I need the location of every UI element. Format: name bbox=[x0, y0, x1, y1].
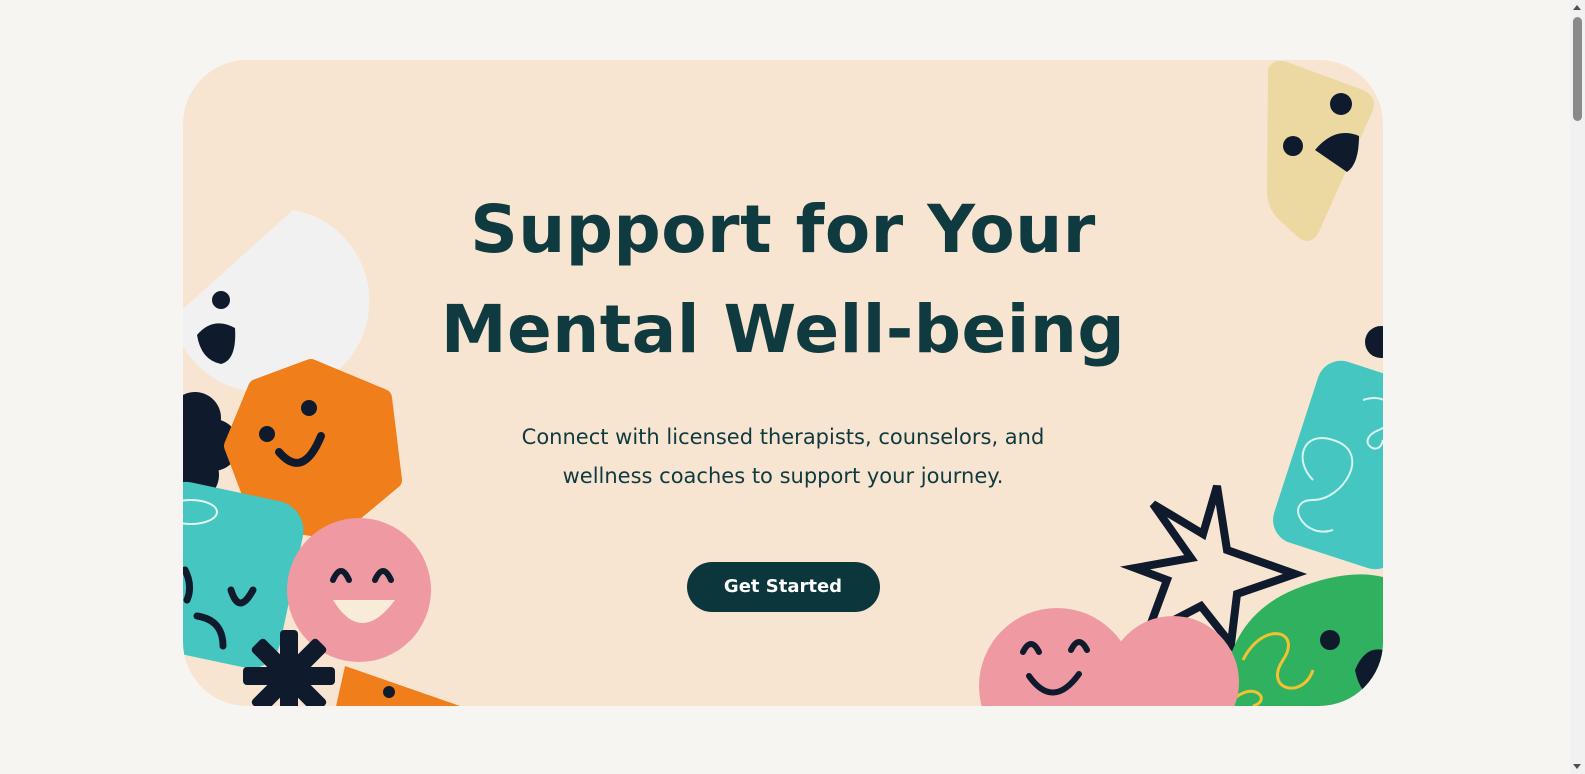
hero-subtitle: Connect with licensed therapists, counse… bbox=[493, 418, 1073, 496]
navy-asterisk-icon bbox=[243, 630, 335, 706]
hero-subtitle-line-2: wellness coaches to support your journey… bbox=[562, 464, 1004, 488]
hero-title-line-2: Mental Well-being bbox=[440, 291, 1126, 368]
hero-subtitle-line-1: Connect with licensed therapists, counse… bbox=[521, 425, 1045, 449]
hero-content: Support for Your Mental Well-being Conne… bbox=[183, 180, 1383, 612]
orange-triangle-face-icon bbox=[336, 666, 460, 706]
hero-title: Support for Your Mental Well-being bbox=[423, 180, 1143, 380]
get-started-button[interactable]: Get Started bbox=[686, 562, 880, 612]
hero-banner: Support for Your Mental Well-being Conne… bbox=[183, 60, 1383, 706]
scroll-down-arrow-icon[interactable] bbox=[1573, 764, 1581, 769]
vertical-scrollbar[interactable] bbox=[1570, 0, 1585, 774]
pink-cloud-face-icon bbox=[979, 608, 1239, 706]
scroll-up-arrow-icon[interactable] bbox=[1573, 5, 1581, 10]
scrollbar-thumb[interactable] bbox=[1573, 17, 1582, 121]
hero-title-line-1: Support for Your bbox=[470, 191, 1096, 268]
page: Support for Your Mental Well-being Conne… bbox=[0, 0, 1585, 774]
